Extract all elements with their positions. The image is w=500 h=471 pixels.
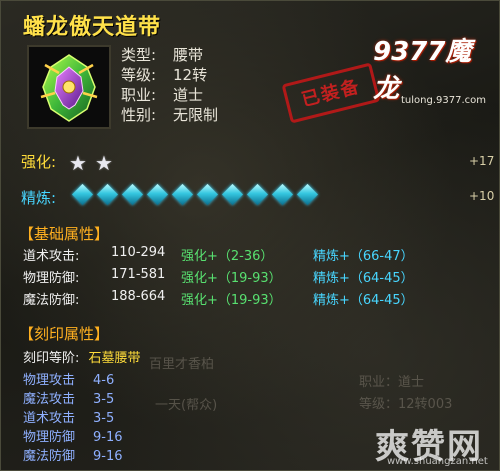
item-type-value: 腰带 <box>173 46 204 64</box>
bg-text-3: 职业：道士 <box>359 375 425 390</box>
engrave-stat-row: 道术攻击 3-5 <box>23 407 123 426</box>
item-type-label: 类型: <box>121 46 157 64</box>
base-stat-strengthen: 强化+（19-93） <box>181 293 282 308</box>
refine-gem-icon <box>221 183 244 206</box>
refine-gem-icon <box>121 183 144 206</box>
engrave-stat-value: 9-16 <box>93 430 123 445</box>
item-level-row: 等级: 12转 <box>121 65 218 85</box>
engrave-stat-value: 4-6 <box>93 373 115 388</box>
bg-text-1: 百里才香柏 <box>149 357 215 372</box>
refine-gem-icon <box>296 183 319 206</box>
belt-icon <box>27 45 111 129</box>
base-stat-row: 魔法防御: 188-664 强化+（19-93） 精炼+（64-45） <box>23 289 493 311</box>
refine-gem-icon <box>171 183 194 206</box>
base-stat-value: 188-664 <box>111 289 166 304</box>
engrave-level-row: 刻印等阶: 石墓腰带 <box>23 347 141 366</box>
strengthen-bonus: +17 <box>469 154 495 168</box>
item-job-label: 职业: <box>121 86 157 104</box>
item-level-value: 12转 <box>173 66 208 84</box>
engrave-stat-name: 物理防御 <box>23 430 76 445</box>
item-tooltip-panel: 蟠龙傲天道带 类型: 腰带 等级: 12转 职业: 道士 性别: 无限制 已装备 937… <box>0 0 500 471</box>
item-gender-value: 无限制 <box>173 106 219 124</box>
base-stat-strengthen: 强化+（2-36） <box>181 249 274 264</box>
refine-gem-icon <box>96 183 119 206</box>
engrave-stat-value: 3-5 <box>93 411 115 426</box>
item-level-label: 等级: <box>121 66 157 84</box>
engrave-stat-row: 物理防御 9-16 <box>23 426 123 445</box>
base-stat-value: 110-294 <box>111 245 166 260</box>
refine-gem-icon <box>271 183 294 206</box>
engrave-stats-list: 物理攻击 4-6 魔法攻击 3-5 道术攻击 3-5 物理防御 9-16 魔法防御 9-1… <box>23 369 123 464</box>
item-info: 类型: 腰带 等级: 12转 职业: 道士 性别: 无限制 <box>121 45 218 125</box>
star-icon: ★ <box>69 151 87 175</box>
strengthen-label: 强化: <box>21 153 57 171</box>
base-stat-row: 物理防御: 171-581 强化+（19-93） 精炼+（64-45） <box>23 267 493 289</box>
base-stat-strengthen: 强化+（19-93） <box>181 271 282 286</box>
item-gender-label: 性别: <box>121 106 157 124</box>
star-icon: ★ <box>95 151 113 175</box>
item-type-row: 类型: 腰带 <box>121 45 218 65</box>
base-stat-value: 171-581 <box>111 267 166 282</box>
refine-bonus: +10 <box>469 189 495 203</box>
engrave-stat-name: 道术攻击 <box>23 411 76 426</box>
engrave-stat-value: 9-16 <box>93 449 123 464</box>
base-stat-row: 道术攻击: 110-294 强化+（2-36） 精炼+（66-47） <box>23 245 493 267</box>
engrave-stat-row: 物理攻击 4-6 <box>23 369 123 388</box>
engrave-stat-value: 3-5 <box>93 392 115 407</box>
engrave-stat-name: 魔法防御 <box>23 449 76 464</box>
item-gender-row: 性别: 无限制 <box>121 105 218 125</box>
bg-text-2: 一天(帮众) <box>155 398 218 413</box>
engrave-stat-name: 魔法攻击 <box>23 392 76 407</box>
base-stat-name: 道术攻击: <box>23 249 80 264</box>
refine-gem-icon <box>71 183 94 206</box>
watermark-url: www.shuangzan.net <box>387 456 488 467</box>
base-stat-refine: 精炼+（64-45） <box>313 293 414 308</box>
item-name: 蟠龙傲天道带 <box>23 15 162 40</box>
bg-text-4: 等级：12转003 <box>359 397 453 412</box>
logo-brand: 9377魔龙 <box>373 37 472 104</box>
refine-gem-icon <box>146 183 169 206</box>
base-stat-refine: 精炼+（66-47） <box>313 249 414 264</box>
game-logo: 9377魔龙 <box>373 31 491 104</box>
logo-url: tulong.9377.com <box>401 95 487 106</box>
base-stat-name: 魔法防御: <box>23 293 80 308</box>
engrave-stat-row: 魔法攻击 3-5 <box>23 388 123 407</box>
engrave-level-value: 石墓腰带 <box>88 351 141 366</box>
item-job-value: 道士 <box>173 86 204 104</box>
base-stat-refine: 精炼+（64-45） <box>313 271 414 286</box>
base-stat-name: 物理防御: <box>23 271 80 286</box>
base-section-title: 【基础属性】 <box>19 225 110 243</box>
base-stats-list: 道术攻击: 110-294 强化+（2-36） 精炼+（66-47） 物理防御:… <box>23 245 493 311</box>
engrave-stat-row: 魔法防御 9-16 <box>23 445 123 464</box>
engrave-level-label: 刻印等阶: <box>23 351 80 366</box>
refine-gem-icon <box>196 183 219 206</box>
engrave-section-title: 【刻印属性】 <box>19 325 110 343</box>
equipped-stamp: 已装备 <box>281 62 381 124</box>
item-job-row: 职业: 道士 <box>121 85 218 105</box>
refine-gem-icon <box>246 183 269 206</box>
refine-label: 精炼: <box>21 189 57 207</box>
engrave-stat-name: 物理攻击 <box>23 373 76 388</box>
